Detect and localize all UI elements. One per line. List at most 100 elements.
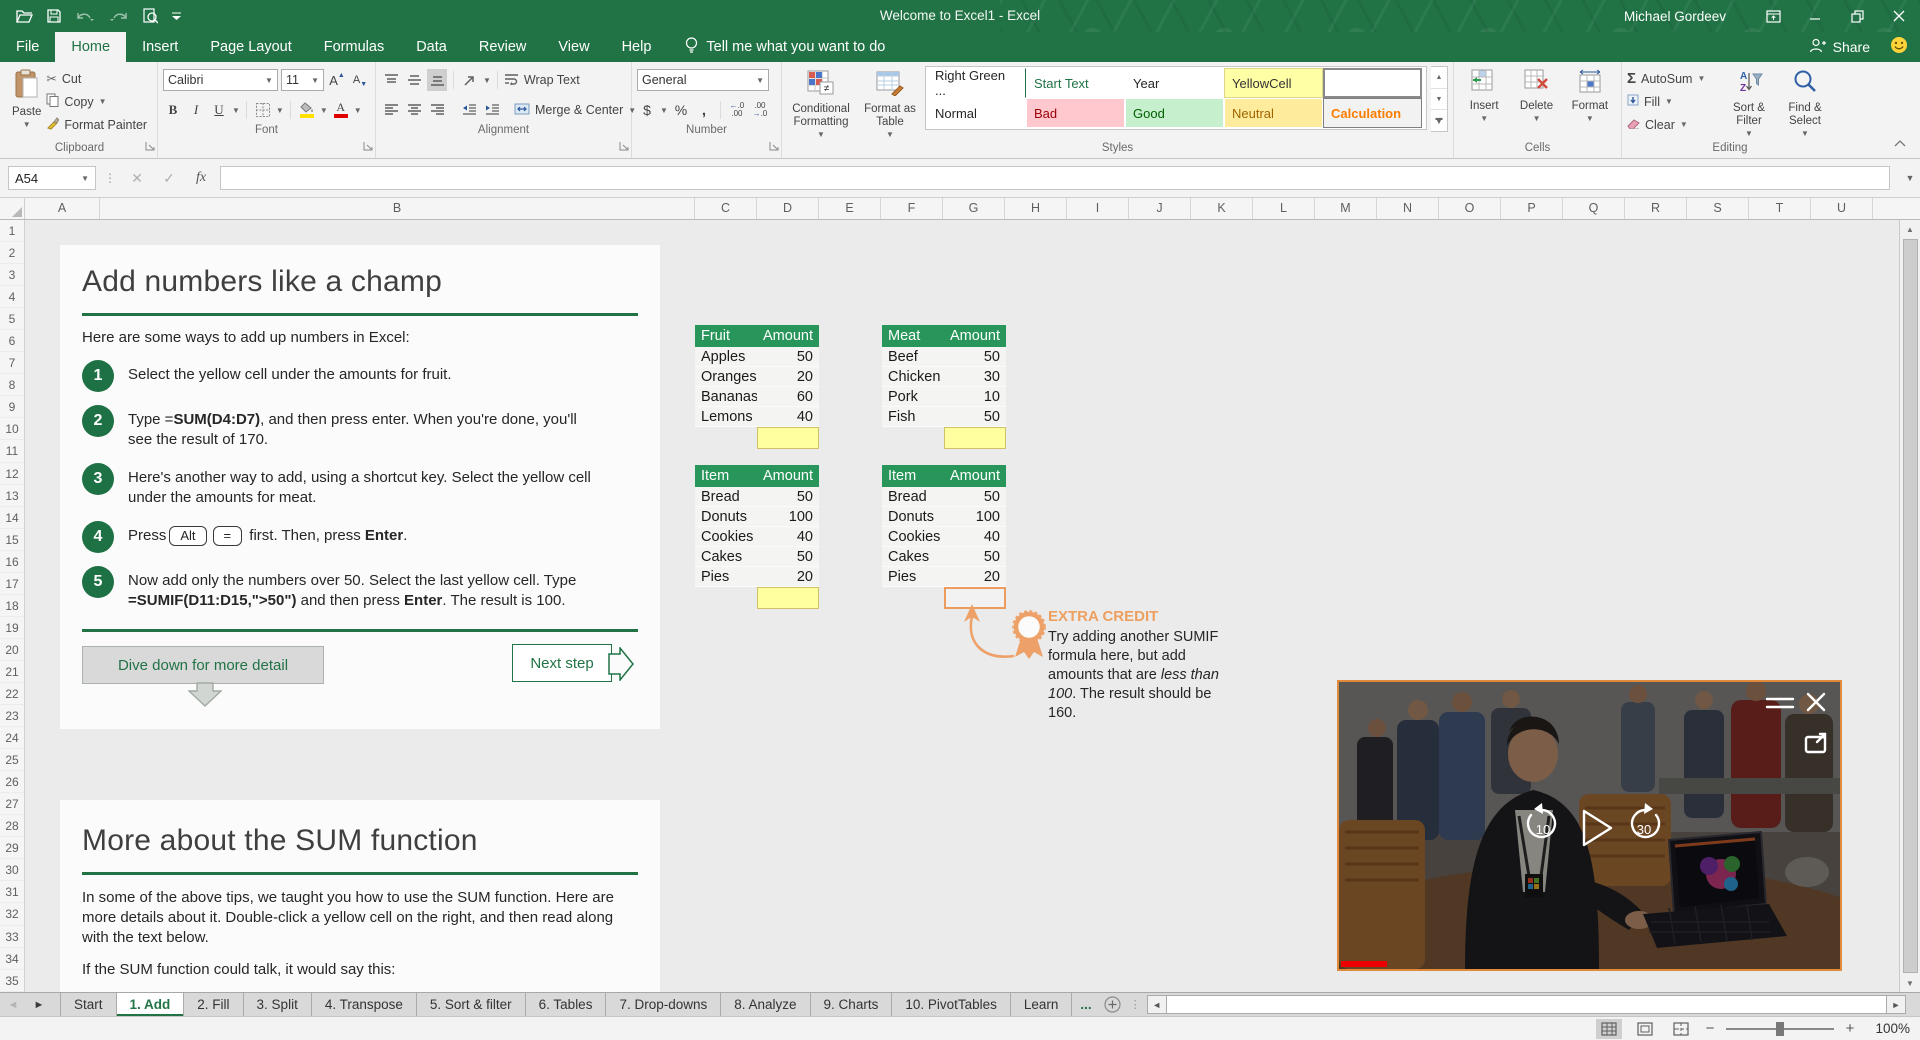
alignment-dialog-launcher-icon[interactable] [619,138,629,156]
cell-beef-amount[interactable]: 50 [944,347,1006,367]
cell-bread[interactable]: Bread [695,487,757,507]
video-progress-bar[interactable] [1341,961,1387,967]
increase-decimal-icon[interactable]: ←.0.00 [727,99,747,121]
sheet-tab-7-drop-downs[interactable]: 7. Drop-downs [605,993,720,1016]
style-chip-yellowcell[interactable]: YellowCell [1224,68,1323,98]
cell-bread[interactable]: Bread [882,487,944,507]
sheet-cells[interactable]: Add numbers like a champ Here are some w… [25,220,1899,992]
cell-cakes[interactable]: Cakes [882,547,944,567]
cell-pork-amount[interactable]: 10 [944,387,1006,407]
page-layout-view-icon[interactable] [1632,1019,1658,1039]
column-header-D[interactable]: D [757,198,819,219]
open-icon[interactable] [16,4,33,28]
cut-button[interactable]: ✂ Cut [46,68,147,89]
cell-pies-amount[interactable]: 20 [944,567,1006,587]
cell-oranges[interactable]: Oranges [695,367,757,387]
vertical-scroll-thumb[interactable] [1902,239,1918,973]
share-button[interactable]: Share [1809,38,1870,56]
style-chip-start-text[interactable]: Start Text [1026,68,1125,98]
sheet-tab-3-split[interactable]: 3. Split [242,993,311,1016]
zoom-slider[interactable] [1726,1021,1834,1036]
vertical-scrollbar[interactable]: ▲ ▼ [1899,220,1920,992]
scroll-left-icon[interactable]: ◄ [1146,995,1167,1014]
sheet-tab-4-transpose[interactable]: 4. Transpose [310,993,416,1016]
cell-chicken-amount[interactable]: 30 [944,367,1006,387]
column-header-L[interactable]: L [1253,198,1315,219]
row-header-30[interactable]: 30 [0,859,24,882]
bottom-align-icon[interactable] [427,69,447,91]
cell-pies-amount[interactable]: 20 [757,567,819,587]
ribbon-tab-view[interactable]: View [542,32,605,62]
sheet-nav-prev-icon[interactable]: ◄ [0,993,26,1016]
style-chip-blank[interactable] [1323,68,1422,98]
ribbon-tab-formulas[interactable]: Formulas [308,32,400,62]
zoom-slider-handle[interactable] [1775,1021,1784,1036]
cell-pork[interactable]: Pork [882,387,944,407]
row-header-25[interactable]: 25 [0,749,24,772]
row-header-24[interactable]: 24 [0,727,24,750]
table-meat-sum-cell-yellow[interactable] [944,427,1006,449]
sheet-tab-6-tables[interactable]: 6. Tables [524,993,606,1016]
redo-icon[interactable] [109,4,129,28]
cell-cakes[interactable]: Cakes [695,547,757,567]
sheet-tab-10-pivottables[interactable]: 10. PivotTables [891,993,1010,1016]
row-header-3[interactable]: 3 [0,264,24,287]
column-header-U[interactable]: U [1811,198,1873,219]
account-name[interactable]: Michael Gordeev [1624,9,1726,24]
video-player[interactable]: 10 30 [1337,680,1842,971]
row-header-7[interactable]: 7 [0,352,24,375]
select-all-corner[interactable] [0,198,25,219]
style-chip-neutral[interactable]: Neutral [1224,98,1323,128]
cell-bananas-amount[interactable]: 60 [757,387,819,407]
font-color-icon[interactable]: A [331,99,351,121]
zoom-level[interactable]: 100% [1866,1021,1910,1036]
column-header-Q[interactable]: Q [1563,198,1625,219]
column-header-T[interactable]: T [1749,198,1811,219]
cell-lemons-amount[interactable]: 40 [757,407,819,427]
ribbon-tab-review[interactable]: Review [463,32,543,62]
percent-style-icon[interactable]: % [671,99,691,121]
row-header-13[interactable]: 13 [0,485,24,507]
row-header-17[interactable]: 17 [0,573,24,595]
row-header-33[interactable]: 33 [0,926,24,948]
cell-cookies-amount[interactable]: 40 [757,527,819,547]
cell-cookies-amount[interactable]: 40 [944,527,1006,547]
paste-button[interactable]: Paste ▼ [7,65,46,141]
gallery-more-icon[interactable]: ▬ ▼ [1431,110,1447,131]
formula-input[interactable] [220,166,1890,190]
row-header-20[interactable]: 20 [0,639,24,661]
format-as-table-button[interactable]: Format as Table ▼ [859,66,921,139]
cell-oranges-amount[interactable]: 20 [757,367,819,387]
copy-button[interactable]: Copy ▼ [46,91,147,112]
next-step-button[interactable]: Next step [512,644,634,682]
row-header-29[interactable]: 29 [0,837,24,860]
row-header-32[interactable]: 32 [0,903,24,926]
style-chip-right-green-[interactable]: Right Green ... [927,68,1026,98]
cell-donuts[interactable]: Donuts [695,507,757,527]
column-header-J[interactable]: J [1129,198,1191,219]
format-painter-button[interactable]: Format Painter [46,114,147,135]
row-header-19[interactable]: 19 [0,617,24,639]
dive-down-button[interactable]: Dive down for more detail [82,646,324,684]
column-header-O[interactable]: O [1439,198,1501,219]
format-cells-button[interactable]: Format ▼ [1564,65,1616,141]
middle-align-icon[interactable] [404,69,424,91]
row-header-6[interactable]: 6 [0,330,24,353]
decrease-indent-icon[interactable] [459,99,479,121]
paste-dropdown-caret[interactable]: ▼ [23,121,31,129]
insert-cells-button[interactable]: Insert ▼ [1459,65,1509,141]
cell-fish[interactable]: Fish [882,407,944,427]
fill-color-icon[interactable] [297,99,317,121]
sheet-tab-start[interactable]: Start [60,993,116,1016]
cell-donuts-amount[interactable]: 100 [944,507,1006,527]
insert-function-icon[interactable]: fx [188,170,214,186]
column-header-K[interactable]: K [1191,198,1253,219]
row-header-16[interactable]: 16 [0,551,24,573]
save-icon[interactable] [47,4,61,28]
ribbon-tab-file[interactable]: File [0,32,55,62]
row-header-12[interactable]: 12 [0,463,24,485]
sheet-tab-2-fill[interactable]: 2. Fill [183,993,242,1016]
row-header-1[interactable]: 1 [0,220,24,243]
style-chip-year[interactable]: Year [1125,68,1224,98]
cell-bananas[interactable]: Bananas [695,387,758,407]
